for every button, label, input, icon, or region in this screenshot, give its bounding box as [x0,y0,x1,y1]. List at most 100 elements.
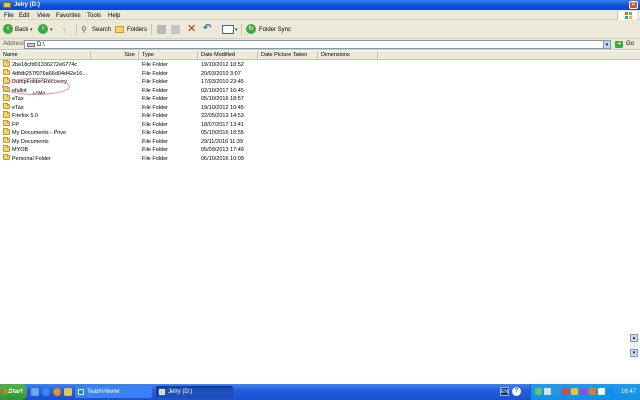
search-button[interactable]: Search [92,24,111,36]
views-icon[interactable] [222,25,234,34]
file-row[interactable]: Personal Folder File Folder 06/10/2016 10:… [0,153,640,164]
file-row[interactable]: 2be18cfd01336272e6774c File Folder 19/10/2… [0,60,640,70]
file-date-modified: 06/10/2016 10:09 [201,155,244,162]
file-row[interactable]: 4dfdb257f076a66d04d42e16... File Folder 20… [0,68,640,79]
file-date-modified: 02/10/2017 16:45 [201,87,244,94]
views-dropdown-icon[interactable]: ▾ [235,24,238,36]
toolbar: ‹ Back ▾ › ▾ ↑ ⚲ Search Folders ✕ ↶ ▾ ↻ … [0,20,640,39]
address-bar: Address D:\ ▾ ➜ Go [0,39,640,50]
start-button[interactable]: Start [0,384,27,400]
file-row[interactable]: My Documents - Prive File Folder 05/10/201… [0,128,640,138]
folder-sync-icon[interactable]: ↻ [246,24,256,34]
close-button[interactable]: × [629,1,638,9]
explorer-window: Jelry (D:) × File Edit View Favorites To… [0,0,640,400]
safely-remove-icon[interactable] [598,388,605,395]
search-icon[interactable]: ⚲ [81,24,87,36]
file-name: Firefox 5.0 [12,113,38,119]
taskbar-item-teamviewer[interactable]: TeamViewer [75,386,152,398]
forward-dropdown-icon[interactable]: ▾ [50,24,53,36]
windows-flag-icon [2,389,7,394]
window-title: Jelry (D:) [14,2,41,8]
update-icon[interactable] [589,388,596,395]
folder-sync-button[interactable]: Folder Sync [259,24,291,36]
move-to-icon[interactable] [157,25,166,34]
firefox-icon[interactable] [53,388,61,396]
file-date-modified: 18/07/2017 13:41 [201,121,244,128]
volume-icon[interactable] [544,388,551,395]
scroll-up-button[interactable]: ▴ [630,334,638,342]
file-date-modified: 19/10/2012 10:45 [201,104,244,111]
address-dropdown-button[interactable]: ▾ [603,40,611,49]
drive-icon [27,43,35,47]
file-name: My Documents [12,138,49,145]
bluetooth-icon[interactable] [553,388,560,395]
column-date-picture-taken[interactable]: Date Picture Taken [258,51,318,60]
folder-quicklaunch-icon[interactable] [64,388,72,396]
file-name: 4dfdb257f076a66d04d42e16... [12,70,87,77]
internet-explorer-icon[interactable] [42,388,50,396]
file-date-modified: 29/11/2016 11:39 [201,138,244,145]
clock[interactable]: 16:47 [621,384,636,400]
go-button[interactable]: Go [626,39,634,50]
toolbar-separator [241,24,242,35]
taskbar-item-label: TeamViewer [87,389,120,395]
show-desktop-icon[interactable] [31,388,39,396]
language-indicator[interactable]: EN [500,387,509,396]
help-icon[interactable]: ? [512,387,521,396]
folders-icon[interactable] [115,26,124,33]
file-type: File Folder [142,113,168,119]
file-row[interactable]: FP File Folder 18/07/2017 13:41 [0,119,640,130]
file-type: File Folder [142,147,168,153]
file-type: File Folder [142,138,168,145]
folder-icon [3,94,10,101]
file-row[interactable]: efallot File Folder 02/10/2017 16:45 [0,85,640,96]
teamviewer-tray-icon[interactable] [607,388,614,395]
file-row[interactable]: My Documents File Folder 29/11/2016 11:39 [0,136,640,147]
file-row[interactable]: eTax File Folder 05/10/2016 18:57 [0,94,640,104]
file-row[interactable]: DumpFolder\Recovery File Folder 17/03/2010… [0,77,640,87]
title-bar[interactable]: Jelry (D:) × [0,0,640,10]
back-dropdown-icon[interactable]: ▾ [30,24,33,36]
undo-icon[interactable]: ↶ [203,23,211,35]
column-dimensions[interactable]: Dimensions [318,51,378,60]
file-date-modified: 22/05/2013 14:53 [201,113,244,119]
file-name: MYOB [12,147,29,153]
column-headers: Name Size Type Date Modified Date Pictur… [0,51,640,60]
start-label: Start [8,388,23,395]
column-size[interactable]: Size [91,51,139,60]
taskbar-item-explorer[interactable]: Jelry (D:) [156,386,233,398]
file-type: File Folder [142,121,168,128]
file-row[interactable]: Firefox 5.0 File Folder 22/05/2013 14:53 [0,111,640,121]
onenote-icon[interactable] [580,388,587,395]
column-name[interactable]: Name [0,51,91,60]
security-shield-icon[interactable] [571,388,578,395]
file-type: File Folder [142,155,168,162]
folders-button[interactable]: Folders [127,24,147,36]
copy-to-icon[interactable] [171,25,180,34]
folder-icon [3,136,10,143]
delete-icon[interactable]: ✕ [187,23,196,35]
back-button[interactable]: Back [15,24,28,36]
scroll-down-button[interactable]: ▾ [630,349,638,357]
antivirus-icon[interactable] [562,388,569,395]
drive-icon [159,389,165,395]
file-row[interactable]: MYOB File Folder 05/09/2013 17:49 [0,145,640,155]
toolbar-separator [76,24,77,35]
back-arrow-icon[interactable]: ‹ [3,24,13,34]
network-icon[interactable] [535,388,542,395]
address-input[interactable]: D:\ [24,40,610,49]
forward-button[interactable]: › [38,24,48,34]
file-row[interactable]: eTax File Folder 19/10/2012 10:45 [0,102,640,113]
go-arrow-icon[interactable]: ➜ [615,41,623,48]
menu-bar: File Edit View Favorites Tools Help [0,10,640,20]
column-date-modified[interactable]: Date Modified [198,51,258,60]
annotation-text: LAMA [33,90,46,95]
folder-icon [3,128,10,135]
file-date-modified: 17/03/2010 23:45 [201,79,244,85]
file-date-modified: 05/10/2016 18:57 [201,96,244,102]
file-date-modified: 20/03/2010 3:07 [201,70,241,77]
up-folder-icon[interactable]: ↑ [62,24,72,36]
scroll-track[interactable] [630,342,638,349]
folder-icon [3,102,10,109]
column-type[interactable]: Type [139,51,198,60]
